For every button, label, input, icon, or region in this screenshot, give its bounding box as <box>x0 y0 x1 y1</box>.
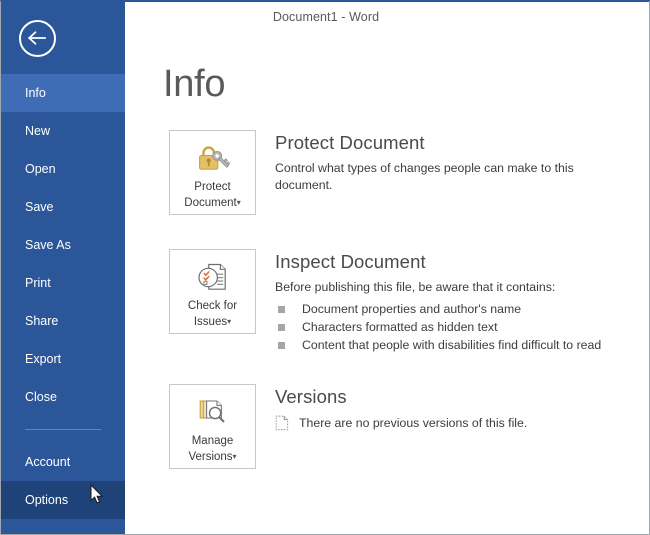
section-inspect-document: Check for Issues▾ Inspect Document Befor… <box>169 249 601 354</box>
sidebar-item-label: Save <box>25 200 54 214</box>
bullet-label: Characters formatted as hidden text <box>302 318 497 336</box>
sidebar-separator <box>25 429 101 430</box>
bullet-label: Content that people with disabilities fi… <box>302 336 601 354</box>
bullet-label: Document properties and author's name <box>302 300 521 318</box>
window-title: Document1 - Word <box>273 10 379 24</box>
protect-document-heading: Protect Document <box>275 131 575 155</box>
sidebar-item-new[interactable]: New <box>1 112 125 150</box>
chevron-down-icon: ▾ <box>227 317 231 326</box>
sidebar-item-share[interactable]: Share <box>1 302 125 340</box>
sidebar-item-info[interactable]: Info <box>1 74 125 112</box>
document-checklist-icon <box>195 260 231 294</box>
protect-document-description: Control what types of changes people can… <box>275 160 575 194</box>
chevron-down-icon: ▾ <box>233 452 237 461</box>
sidebar-item-label: Open <box>25 162 56 176</box>
sidebar-item-options[interactable]: Options <box>1 481 125 519</box>
sidebar-item-label: Print <box>25 276 51 290</box>
page-title: Info <box>163 65 225 103</box>
inspect-document-description: Before publishing this file, be aware th… <box>275 279 575 296</box>
sidebar-item-save-as[interactable]: Save As <box>1 226 125 264</box>
protect-document-button-label: Protect Document▾ <box>184 180 240 211</box>
bullet-square-icon <box>278 342 285 349</box>
back-button[interactable] <box>19 20 56 57</box>
protect-document-button[interactable]: Protect Document▾ <box>169 130 256 215</box>
bullet-square-icon <box>278 306 285 313</box>
check-for-issues-button-label: Check for Issues▾ <box>188 299 237 330</box>
sidebar-item-close[interactable]: Close <box>1 378 125 416</box>
check-for-issues-button[interactable]: Check for Issues▾ <box>169 249 256 334</box>
protect-button-line1: Protect <box>194 181 230 193</box>
list-item: Characters formatted as hidden text <box>275 318 601 336</box>
backstage-content: Info <box>125 32 649 535</box>
bullet-square-icon <box>278 324 285 331</box>
inspect-document-bullets: Document properties and author's name Ch… <box>275 300 601 354</box>
sidebar-item-label: New <box>25 124 50 138</box>
section-protect-document: Protect Document▾ Protect Document Contr… <box>169 130 575 215</box>
versions-button-line2: Versions <box>188 451 232 463</box>
list-item: Document properties and author's name <box>275 300 601 318</box>
sidebar-item-open[interactable]: Open <box>1 150 125 188</box>
sidebar-item-save[interactable]: Save <box>1 188 125 226</box>
versions-button-line1: Manage <box>192 435 234 447</box>
sidebar-item-label: Share <box>25 314 58 328</box>
versions-status-label: There are no previous versions of this f… <box>299 416 527 430</box>
protect-button-line2: Document <box>184 197 236 209</box>
sidebar-item-label: Close <box>25 390 57 404</box>
versions-heading: Versions <box>275 385 527 409</box>
versions-text: Versions There are no previous versions … <box>275 384 527 431</box>
backstage-sidebar: Info New Open Save Save As Print Share E… <box>1 2 125 535</box>
protect-document-text: Protect Document Control what types of c… <box>275 130 575 194</box>
inspect-document-text: Inspect Document Before publishing this … <box>275 249 601 354</box>
word-backstage-window: Document1 - Word Info New Open <box>0 0 650 535</box>
inspect-document-heading: Inspect Document <box>275 250 601 274</box>
sidebar-item-label: Account <box>25 455 70 469</box>
manage-versions-button[interactable]: Manage Versions▾ <box>169 384 256 469</box>
manage-versions-button-label: Manage Versions▾ <box>188 434 236 465</box>
documents-magnifier-icon <box>195 395 231 429</box>
back-arrow-icon <box>28 31 47 45</box>
inspect-button-line1: Check for <box>188 300 237 312</box>
sidebar-item-label: Export <box>25 352 61 366</box>
inspect-button-line2: Issues <box>194 316 227 328</box>
back-button-container <box>1 2 125 74</box>
sidebar-item-account[interactable]: Account <box>1 443 125 481</box>
sidebar-item-export[interactable]: Export <box>1 340 125 378</box>
section-versions: Manage Versions▾ Versions There are no p… <box>169 384 527 469</box>
sidebar-item-label: Info <box>25 86 46 100</box>
sidebar-item-label: Save As <box>25 238 71 252</box>
backstage-nav-list: Info New Open Save Save As Print Share E… <box>1 74 125 519</box>
chevron-down-icon: ▾ <box>237 198 241 207</box>
sidebar-item-label: Options <box>25 493 68 507</box>
sidebar-item-print[interactable]: Print <box>1 264 125 302</box>
versions-status-row: There are no previous versions of this f… <box>275 415 527 431</box>
lock-key-icon <box>195 141 231 175</box>
list-item: Content that people with disabilities fi… <box>275 336 601 354</box>
empty-document-icon <box>275 415 289 431</box>
